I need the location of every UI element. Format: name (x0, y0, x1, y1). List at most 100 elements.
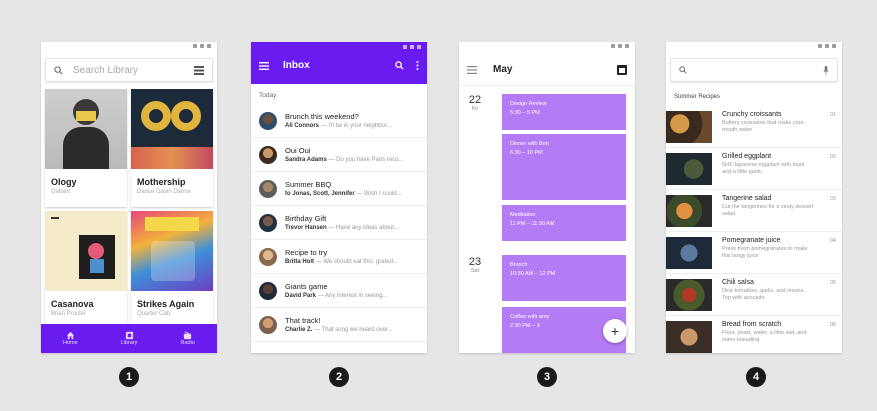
list-item[interactable]: Bread from scratch Flour, yeast, water, … (666, 316, 842, 353)
more-vert-icon[interactable] (416, 61, 419, 70)
list-item[interactable]: Giants game David Park — Any interest in… (251, 274, 427, 308)
recipe-image (666, 153, 712, 185)
mail-snippet: — Have any ideas about... (328, 225, 400, 231)
list-item[interactable]: Birthday Gift Trevor Hansen — Have any i… (251, 206, 427, 240)
mail-sender: to Jonas, Scott, Jennifer (285, 191, 355, 197)
recipe-title: Grilled eggplant (722, 153, 772, 160)
recipe-description: Grill Japanese eggplant with basil and a… (722, 162, 804, 176)
app-bar: Inbox (251, 42, 427, 84)
page-title: Inbox (283, 60, 310, 71)
album-title: Casanova (51, 299, 94, 309)
add-icon: + (610, 323, 620, 339)
list-item[interactable]: Oui Oui Sandra Adams — Do you have Paris… (251, 138, 427, 172)
inbox-screen: Inbox Today Brunch this weekend? Ali Con… (251, 42, 427, 353)
album-title: Ology (51, 177, 77, 187)
status-bar (459, 42, 635, 54)
mail-subject: Recipe to try (285, 248, 328, 257)
nav-item-radio[interactable]: Radio (158, 324, 217, 353)
recipe-description: Dice tomatoes, garlic, and onions. Top w… (722, 288, 805, 302)
section-header: Summer Recipes (674, 94, 721, 100)
avatar (259, 247, 277, 266)
step-badge: 2 (329, 367, 349, 387)
list-item[interactable]: Crunchy croissants Buttery croissants th… (666, 106, 842, 148)
recipe-image (666, 111, 712, 143)
recipe-image (666, 321, 712, 353)
recipe-number: 04 (829, 238, 836, 244)
menu-icon[interactable] (259, 61, 269, 70)
avatar (259, 145, 277, 164)
list-item[interactable]: Brunch this weekend? Ali Connors — I'll … (251, 104, 427, 138)
recipe-number: 05 (829, 280, 836, 286)
mail-sender: David Park (285, 293, 317, 299)
album-card[interactable]: Ology Gallant (45, 89, 127, 207)
album-artist: Dance Gavin Dance (137, 189, 191, 195)
avatar (259, 213, 277, 232)
library-icon (125, 331, 133, 340)
step-badge: 3 (537, 367, 557, 387)
event-time: 11 PM – 11:30 AM (510, 220, 555, 227)
album-artist: Gallant (51, 189, 71, 195)
recipe-title: Pomegranate juice (722, 237, 781, 244)
mail-sender: Ali Connors (285, 123, 319, 129)
add-event-button[interactable]: + (603, 319, 627, 343)
calendar-event[interactable]: Brunch 10:30 AM – 12 PM (502, 255, 626, 301)
list-item[interactable]: Grilled eggplant Grill Japanese eggplant… (666, 148, 842, 190)
recipe-description: Flour, yeast, water, a little salt, and … (722, 330, 807, 344)
recipe-number: 02 (829, 154, 836, 160)
search-icon (54, 65, 63, 75)
search-input[interactable]: Search Library (73, 65, 194, 76)
library-screen: Search Library Ology Gallant Mothership … (41, 42, 217, 353)
calendar-screen: May 22 Fri 23 Sat Design Review 5:30 – 5… (459, 42, 635, 353)
album-card[interactable]: Strikes Again Quarter Cab (131, 211, 213, 329)
search-bar[interactable] (670, 58, 838, 82)
list-item[interactable]: Pomegranate juice Press fresh pomegranat… (666, 232, 842, 274)
avatar (259, 111, 277, 130)
status-bar (666, 42, 842, 54)
recipe-image (666, 237, 712, 269)
calendar-event[interactable]: Dinner with Ben 6:30 – 10 PM (502, 134, 626, 200)
event-title: Brunch (510, 262, 528, 268)
mic-icon[interactable] (823, 65, 829, 75)
recipe-description: Press fresh pomegranates to make this ta… (722, 246, 808, 260)
recipe-number: 06 (829, 322, 836, 328)
recipe-title: Chili salsa (722, 279, 754, 286)
list-item[interactable]: Tangerine salad Cut the tangerines for a… (666, 190, 842, 232)
mail-sender: Charlie Z. (285, 327, 313, 333)
avatar (259, 315, 277, 334)
album-card[interactable]: Mothership Dance Gavin Dance (131, 89, 213, 207)
step-badge: 4 (746, 367, 766, 387)
event-time: 10:30 AM – 12 PM (510, 270, 556, 277)
recipe-number: 01 (829, 112, 836, 118)
mail-sender: Trevor Hansen (285, 225, 327, 231)
search-icon[interactable] (395, 61, 404, 70)
menu-icon[interactable] (467, 65, 477, 74)
day-label: 22 Fri (467, 94, 483, 112)
app-bar: May (459, 54, 635, 86)
bottom-navigation: Home Library Radio (41, 324, 217, 353)
search-bar[interactable]: Search Library (45, 58, 213, 82)
mail-subject: Giants game (285, 282, 328, 291)
home-icon (66, 331, 74, 340)
day-date: 23 (468, 256, 482, 268)
list-item[interactable]: Summer BBQ to Jonas, Scott, Jennifer — W… (251, 172, 427, 206)
event-time: 2:30 PM – 3 (510, 322, 540, 329)
mail-snippet: — Do you have Paris reco... (328, 157, 404, 163)
list-view-icon[interactable] (194, 65, 204, 75)
nav-item-library[interactable]: Library (100, 324, 159, 353)
page-title: May (493, 64, 513, 75)
album-title: Strikes Again (137, 299, 195, 309)
calendar-event[interactable]: Design Review 5:30 – 5 PM (502, 94, 626, 130)
album-art (45, 211, 127, 291)
mail-subject: Birthday Gift (285, 214, 327, 223)
calendar-icon[interactable] (617, 64, 627, 75)
list-item[interactable]: That track! Charlie Z. — That song we he… (251, 308, 427, 342)
list-item[interactable]: Chili salsa Dice tomatoes, garlic, and o… (666, 274, 842, 316)
calendar-event[interactable]: Meditation 11 PM – 11:30 AM (502, 205, 626, 241)
list-item[interactable]: Recipe to try Britta Holt — We should ea… (251, 240, 427, 274)
nav-item-home[interactable]: Home (41, 324, 100, 353)
mail-snippet: — We should eat this: grated... (315, 259, 398, 265)
day-weekday: Fri (471, 106, 479, 112)
search-icon (679, 66, 687, 74)
album-card[interactable]: Casanova Brian Procter (45, 211, 127, 329)
event-title: Coffee with amy (510, 314, 550, 320)
